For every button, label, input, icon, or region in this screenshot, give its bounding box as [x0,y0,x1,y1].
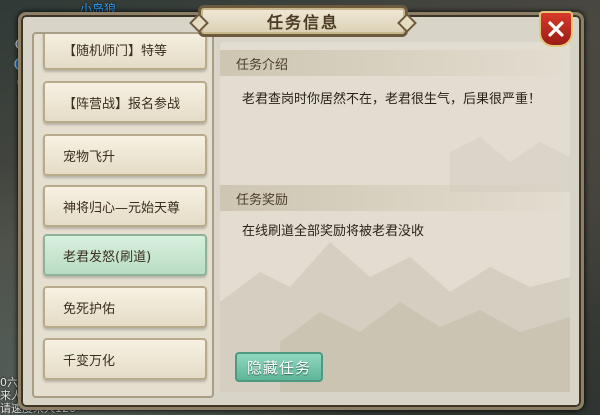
close-button[interactable] [539,11,573,47]
intro-title: 任务介绍 [236,58,289,73]
task-item[interactable]: 神将归心—元始天尊 [43,185,207,227]
task-item-label: 【随机师门】特等 [63,43,168,59]
task-item-label: 老君发怒(刷道) [63,249,152,265]
intro-text: 老君查岗时你居然不在，老君很生气，后果很严重！ [242,92,542,107]
task-item-label: 宠物飞升 [63,149,116,165]
task-detail-panel: 任务介绍 老君查岗时你居然不在，老君很生气，后果很严重！ 任务奖励 在线刷道全部… [220,42,570,392]
task-item[interactable]: 宠物飞升 [43,134,207,176]
hide-task-button[interactable]: 隐藏任务 [235,352,323,382]
reward-title: 任务奖励 [236,193,289,208]
dialog-title: 任务信息 [266,13,339,32]
task-item-label: 千变万化 [63,353,116,369]
task-item-label: 神将归心—元始天尊 [63,200,181,216]
task-item[interactable]: 免死护佑 [43,286,207,328]
task-item[interactable]: 【阵营战】报名参战 [43,81,207,123]
task-item-label: 【阵营战】报名参战 [63,96,181,112]
reward-text: 在线刷道全部奖励将被老君没收 [242,224,425,239]
close-x-icon [548,21,564,37]
task-item-label: 免死护佑 [63,301,116,317]
task-item[interactable]: 千变万化 [43,338,207,380]
task-item-selected[interactable]: 老君发怒(刷道) [43,234,207,276]
dialog-title-plaque: 任务信息 [198,5,408,37]
task-item[interactable]: 【随机师门】特等 [43,34,207,70]
task-list-panel[interactable]: 【随机师门】特等 【阵营战】报名参战 宠物飞升 神将归心—元始天尊 老君发怒(刷… [32,32,214,398]
